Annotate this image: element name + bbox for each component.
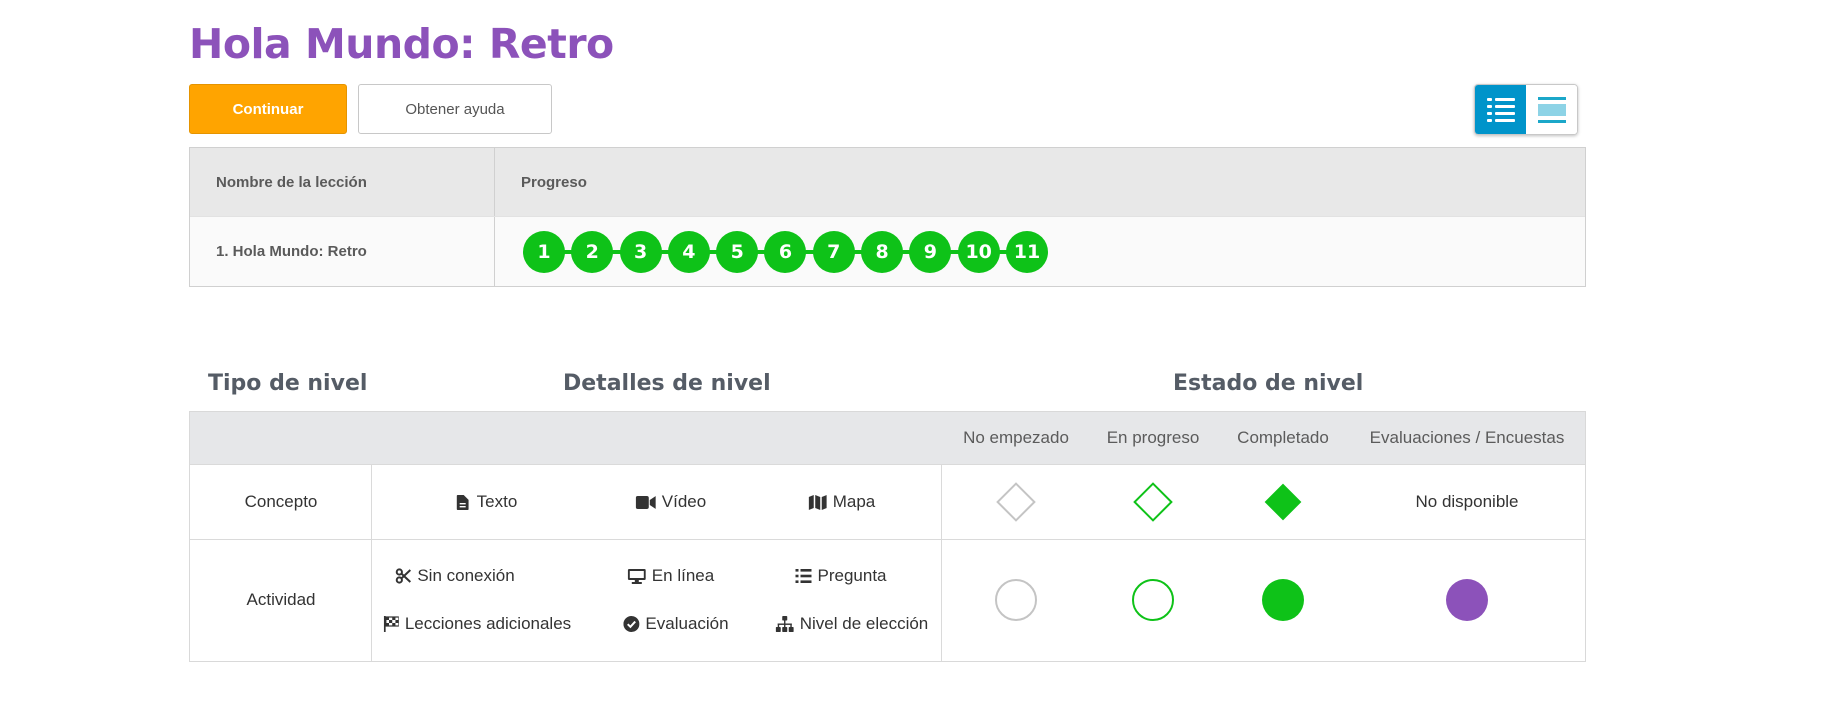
level-bubble[interactable]: 1 <box>523 230 565 273</box>
monitor-icon <box>627 568 646 584</box>
level-bubble[interactable]: 6 <box>764 230 807 273</box>
lesson-name-header: Nombre de la lección <box>190 148 495 216</box>
not-available-text: No disponible <box>1415 492 1519 511</box>
level-bubble[interactable]: 8 <box>861 230 904 273</box>
lesson-name-text: 1. Hola Mundo: Retro <box>216 243 367 260</box>
lesson-progress-table: Nombre de la lección Progreso 1. Hola Mu… <box>189 147 1586 287</box>
table-row: 1. Hola Mundo: Retro 1 2 3 4 5 6 7 8 9 1… <box>190 216 1585 286</box>
file-icon <box>455 494 471 510</box>
map-detail-label: Mapa <box>832 492 876 511</box>
level-bubble[interactable]: 5 <box>716 230 759 273</box>
not-started-header: No empezado <box>963 428 1069 447</box>
assessments-header: Evaluaciones / Encuestas <box>1369 428 1565 447</box>
question-detail: Pregunta <box>795 566 887 586</box>
activity-in-progress-circle <box>1132 579 1174 621</box>
video-icon <box>635 494 656 510</box>
view-toggle <box>1474 84 1578 135</box>
offline-detail-label: Sin conexión <box>417 566 515 585</box>
page-title: Hola Mundo: Retro <box>189 20 614 68</box>
level-bubble[interactable]: 10 <box>957 230 1000 273</box>
concept-not-started-diamond <box>996 482 1036 522</box>
map-detail: Mapa <box>808 492 876 512</box>
level-bubble[interactable]: 9 <box>909 230 952 273</box>
map-icon <box>808 494 827 510</box>
list-compact-view-button[interactable] <box>1526 85 1577 134</box>
choice-level-label: Nivel de elección <box>799 614 929 633</box>
progress-bubbles: 1 2 3 4 5 6 7 8 9 10 11 <box>523 230 1054 273</box>
level-bubble[interactable]: 7 <box>812 230 855 273</box>
level-bubble[interactable]: 11 <box>1005 230 1048 273</box>
level-bubble[interactable]: 3 <box>619 230 662 273</box>
check-circle-icon <box>623 616 640 632</box>
concept-in-progress-diamond <box>1133 482 1173 522</box>
list-detail-icon <box>1486 97 1515 122</box>
online-detail: En línea <box>627 566 715 586</box>
concept-label-text: Concepto <box>244 492 318 511</box>
in-progress-header: En progreso <box>1106 428 1200 447</box>
bonus-lessons-label: Lecciones adicionales <box>404 614 572 633</box>
progress-table-header: Nombre de la lección Progreso <box>190 148 1585 216</box>
level-status-heading: Estado de nivel <box>1173 371 1364 396</box>
progress-header: Progreso <box>521 173 587 191</box>
concept-assessment-unavailable: No disponible <box>1415 492 1518 512</box>
level-type-heading: Tipo de nivel <box>208 371 368 396</box>
activity-label: Actividad <box>247 590 316 610</box>
video-detail-label: Vídeo <box>661 492 707 511</box>
concept-label: Concepto <box>245 492 318 512</box>
online-detail-label: En línea <box>651 566 715 585</box>
checkered-flag-icon <box>383 616 399 632</box>
key-table-header: No empezado En progreso Completado Evalu… <box>190 412 1585 464</box>
text-detail: Texto <box>455 492 518 512</box>
assessment-detail-label: Evaluación <box>645 614 729 633</box>
level-bubble[interactable]: 2 <box>571 230 614 273</box>
assessment-detail: Evaluación <box>623 614 729 634</box>
lesson-name[interactable]: 1. Hola Mundo: Retro <box>190 217 495 286</box>
level-details-heading: Detalles de nivel <box>563 371 771 396</box>
completed-header: Completado <box>1237 428 1329 447</box>
level-bubble[interactable]: 4 <box>667 230 710 273</box>
bonus-lessons-detail: Lecciones adicionales <box>383 614 571 634</box>
activity-label-text: Actividad <box>246 590 316 609</box>
concept-completed-diamond <box>1264 483 1302 521</box>
question-detail-label: Pregunta <box>817 566 887 585</box>
choice-level-detail: Nivel de elección <box>775 614 929 634</box>
offline-detail: Sin conexión <box>395 566 515 586</box>
sitemap-icon <box>775 616 794 632</box>
progress-cell: 1 2 3 4 5 6 7 8 9 10 11 <box>495 217 1585 286</box>
activity-not-started-circle <box>995 579 1037 621</box>
level-key-table: No empezado En progreso Completado Evalu… <box>189 411 1586 662</box>
get-help-button[interactable]: Obtener ayuda <box>358 84 552 134</box>
activity-row: Actividad Sin conexión En línea Pregunta… <box>190 539 1585 661</box>
scissors-icon <box>395 568 412 584</box>
text-detail-label: Texto <box>476 492 518 511</box>
video-detail: Vídeo <box>635 492 707 512</box>
activity-assessment-circle <box>1446 579 1488 621</box>
list-icon <box>795 568 812 584</box>
continue-button[interactable]: Continuar <box>189 84 347 134</box>
list-detail-view-button[interactable] <box>1475 85 1526 134</box>
concept-row: Concepto Texto Vídeo Mapa No disponible <box>190 464 1585 539</box>
list-compact-icon <box>1537 96 1566 123</box>
activity-completed-circle <box>1262 579 1304 621</box>
